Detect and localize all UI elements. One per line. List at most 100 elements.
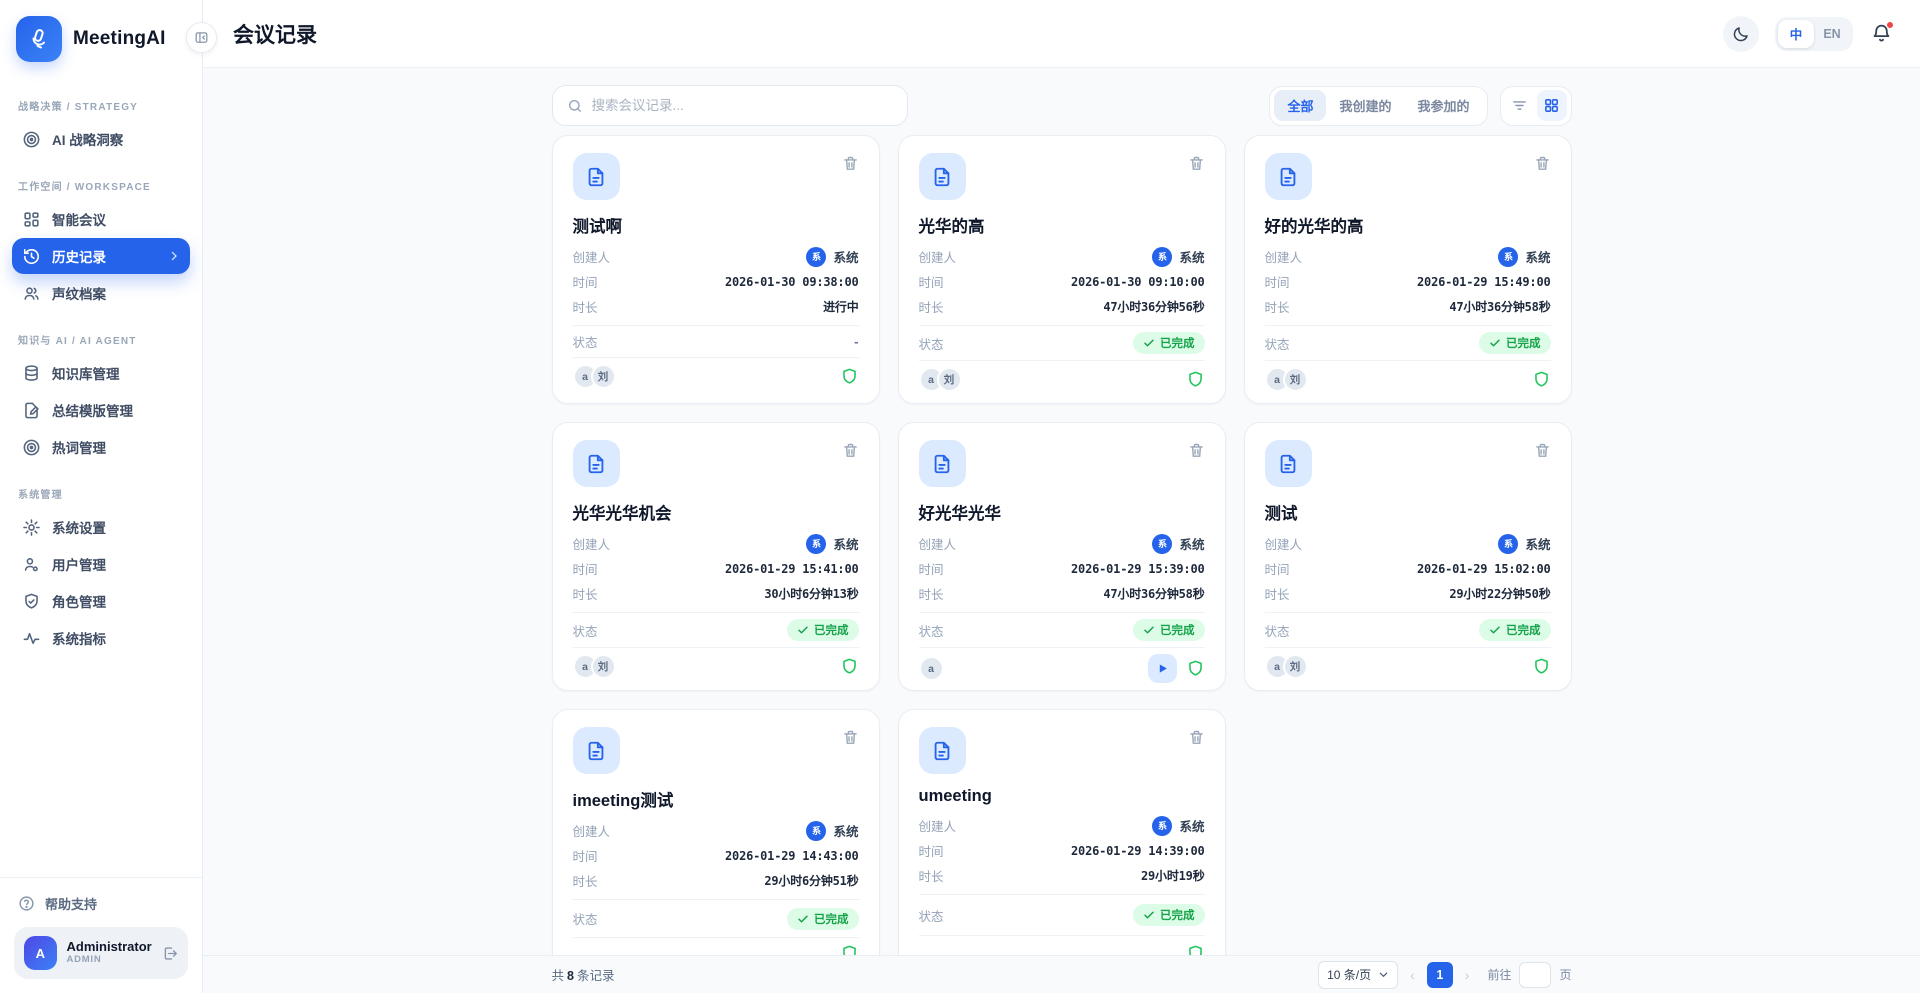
target-icon <box>23 439 40 455</box>
meeting-card[interactable]: 测试 创建人 系系统 时间 2026-01-29 15:02:00 时长 29小… <box>1243 422 1572 691</box>
meeting-duration: 进行中 <box>823 300 859 314</box>
sidebar-item-label: AI 战略洞察 <box>52 133 124 148</box>
list-view-button[interactable] <box>1505 90 1535 121</box>
status-label: 状态 <box>572 913 598 927</box>
creator-label: 创建人 <box>572 825 611 839</box>
filter-tab-created-by-me[interactable]: 我创建的 <box>1326 90 1404 121</box>
participant-avatar: 刘 <box>590 364 616 389</box>
document-icon <box>572 727 620 774</box>
page-header: 会议记录 中 EN <box>203 0 1920 68</box>
sidebar-item-hotwords[interactable]: 热词管理 <box>12 429 190 465</box>
filter-tab-joined-by-me[interactable]: 我参加的 <box>1404 90 1482 121</box>
page-number-button[interactable]: 1 <box>1426 961 1453 988</box>
prev-page-button[interactable]: ‹ <box>1406 967 1419 983</box>
sidebar-item-history[interactable]: 历史记录 <box>12 238 190 274</box>
activity-icon <box>23 632 40 644</box>
duration-label: 时长 <box>918 870 944 884</box>
time-label: 时间 <box>918 845 944 859</box>
status-badge: 已完成 <box>787 619 859 641</box>
sidebar-item-ai-strategy[interactable]: AI 战略洞察 <box>12 121 190 157</box>
search-box[interactable] <box>551 85 908 126</box>
delete-meeting-button[interactable] <box>1188 153 1205 172</box>
current-user-card[interactable]: A Administrator ADMIN <box>14 927 188 979</box>
chevron-right-icon <box>171 251 177 261</box>
creator-avatar: 系 <box>1498 246 1519 267</box>
shield-icon[interactable] <box>1186 370 1205 389</box>
sidebar-item-label: 系统设置 <box>52 521 106 536</box>
delete-meeting-button[interactable] <box>842 153 859 172</box>
sidebar-item-summary-template[interactable]: 总结模版管理 <box>12 392 190 428</box>
delete-meeting-button[interactable] <box>1534 440 1551 459</box>
panel-collapse-icon <box>195 32 208 43</box>
creator-avatar: 系 <box>806 820 827 841</box>
nav-section-workspace: 工作空间 / WORKSPACE <box>18 182 151 193</box>
filter-tab-all[interactable]: 全部 <box>1274 90 1327 121</box>
duration-label: 时长 <box>1264 301 1290 315</box>
meeting-card[interactable]: 测试啊 创建人 系系统 时间 2026-01-30 09:38:00 时长 进行… <box>551 135 880 404</box>
shield-icon[interactable] <box>1532 370 1551 389</box>
theme-toggle-button[interactable] <box>1723 15 1759 52</box>
delete-meeting-button[interactable] <box>1534 153 1551 172</box>
notification-dot <box>1886 21 1894 29</box>
meeting-duration: 30小时6分钟13秒 <box>764 587 859 601</box>
page-size-select[interactable]: 10 条/页 <box>1318 960 1399 989</box>
meeting-card[interactable]: umeeting 创建人 系系统 时间 2026-01-29 14:39:00 … <box>897 709 1226 978</box>
search-input[interactable] <box>591 98 893 113</box>
help-support-link[interactable]: 帮助支持 <box>14 890 188 927</box>
sidebar-collapse-button[interactable] <box>186 22 217 53</box>
meeting-card[interactable]: 光华的高 创建人 系系统 时间 2026-01-30 09:10:00 时长 4… <box>897 135 1226 404</box>
sidebar-item-system-settings[interactable]: 系统设置 <box>12 509 190 545</box>
sidebar-item-voiceprint[interactable]: 声纹档案 <box>12 275 190 311</box>
sidebar-item-knowledge-base[interactable]: 知识库管理 <box>12 355 190 391</box>
status-badge: 已完成 <box>1133 619 1205 641</box>
delete-meeting-button[interactable] <box>842 440 859 459</box>
meeting-time: 2026-01-29 14:43:00 <box>725 848 859 863</box>
meeting-card[interactable]: 好的光华的高 创建人 系系统 时间 2026-01-29 15:49:00 时长… <box>1243 135 1572 404</box>
sidebar-item-system-metrics[interactable]: 系统指标 <box>12 620 190 656</box>
meeting-card[interactable]: 光华光华机会 创建人 系系统 时间 2026-01-29 15:41:00 时长… <box>551 422 880 691</box>
delete-meeting-button[interactable] <box>842 727 859 746</box>
shield-icon[interactable] <box>1532 657 1551 676</box>
filter-tabs: 全部 我创建的 我参加的 <box>1269 85 1488 126</box>
meeting-card[interactable]: 好光华光华 创建人 系系统 时间 2026-01-29 15:39:00 时长 … <box>897 422 1226 691</box>
meeting-title: 测试 <box>1264 505 1298 523</box>
sidebar-item-smart-meeting[interactable]: 智能会议 <box>12 201 190 237</box>
lang-zh-button[interactable]: 中 <box>1778 19 1814 48</box>
shield-icon[interactable] <box>840 657 859 676</box>
shield-check-icon <box>25 593 38 609</box>
filter-lines-icon <box>1513 101 1526 110</box>
user-name: Administrator <box>66 939 152 955</box>
notifications-button[interactable] <box>1871 21 1894 44</box>
meeting-card-grid: 测试啊 创建人 系系统 时间 2026-01-30 09:38:00 时长 进行… <box>551 135 1572 978</box>
check-icon <box>798 626 808 634</box>
time-label: 时间 <box>572 276 598 290</box>
sidebar-item-user-management[interactable]: 用户管理 <box>12 546 190 582</box>
status-label: 状态 <box>572 624 598 639</box>
creator-avatar: 系 <box>806 533 827 554</box>
delete-meeting-button[interactable] <box>1188 440 1205 459</box>
nav-section-strategy: 战略决策 / STRATEGY <box>18 102 139 113</box>
creator-avatar: 系 <box>1152 533 1173 554</box>
grid-view-button[interactable] <box>1536 90 1567 121</box>
shield-icon[interactable] <box>1186 659 1205 678</box>
document-icon <box>1264 440 1312 487</box>
nav-section-system: 系统管理 <box>18 490 63 501</box>
shield-icon[interactable] <box>840 367 859 386</box>
creator-label: 创建人 <box>918 820 957 834</box>
toolbar: 全部 我创建的 我参加的 <box>551 85 1572 126</box>
participant-avatars: a刘 <box>1264 654 1308 679</box>
lang-en-button[interactable]: EN <box>1814 20 1850 48</box>
logout-icon[interactable] <box>162 945 178 962</box>
creator-name: 系统 <box>1179 251 1205 265</box>
play-recording-button[interactable] <box>1147 654 1177 683</box>
participant-avatar: 刘 <box>1282 367 1308 392</box>
sidebar-nav: 战略决策 / STRATEGY AI 战略洞察 工作空间 / WORKSPACE… <box>0 72 202 877</box>
meeting-card[interactable]: imeeting测试 创建人 系系统 时间 2026-01-29 14:43:0… <box>551 709 880 978</box>
goto-page-input[interactable] <box>1519 961 1552 988</box>
meeting-time: 2026-01-29 15:41:00 <box>725 561 859 576</box>
sidebar-item-role-management[interactable]: 角色管理 <box>12 583 190 619</box>
participant-avatars: a <box>918 656 944 681</box>
next-page-button[interactable]: › <box>1461 967 1474 983</box>
delete-meeting-button[interactable] <box>1188 727 1205 746</box>
chevron-down-icon <box>1379 972 1388 978</box>
